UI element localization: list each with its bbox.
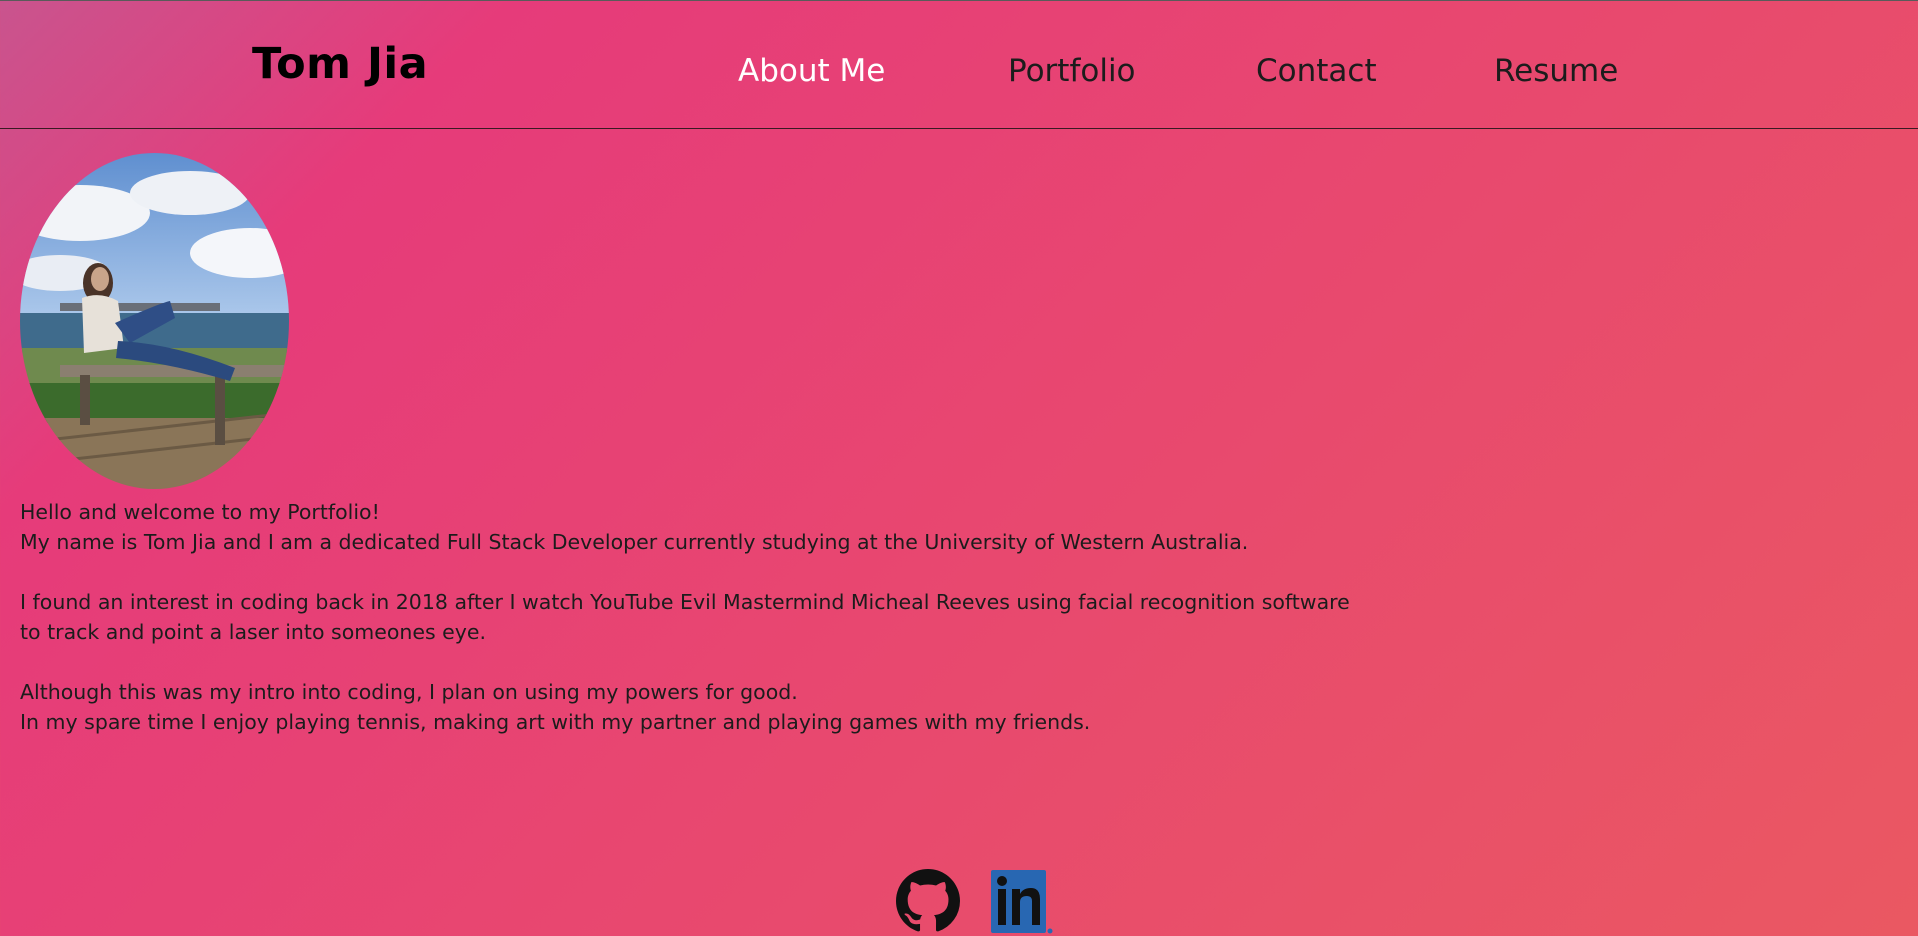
- bio-intro: My name is Tom Jia and I am a dedicated …: [20, 530, 1249, 554]
- site-brand[interactable]: Tom Jia: [252, 39, 428, 89]
- bio-spacer: [20, 557, 1360, 587]
- profile-photo: [20, 153, 289, 489]
- github-link[interactable]: [896, 869, 960, 935]
- bio-intent: Although this was my intro into coding, …: [20, 680, 798, 704]
- github-icon: [896, 869, 960, 932]
- bio-spacer: [20, 647, 1360, 677]
- nav-contact[interactable]: Contact: [1256, 53, 1377, 89]
- nav-portfolio[interactable]: Portfolio: [1008, 53, 1136, 89]
- nav-about-me[interactable]: About Me: [738, 53, 885, 89]
- linkedin-link[interactable]: [990, 869, 1056, 935]
- bio-hobbies: In my spare time I enjoy playing tennis,…: [20, 710, 1091, 734]
- profile-photo-image: [20, 153, 289, 489]
- site-header: Tom Jia About Me Portfolio Contact Resum…: [0, 0, 1918, 129]
- nav-resume[interactable]: Resume: [1494, 53, 1618, 89]
- linkedin-icon: [991, 870, 1053, 934]
- bio-greeting: Hello and welcome to my Portfolio!: [20, 500, 380, 524]
- bio-section: Hello and welcome to my Portfolio! My na…: [20, 497, 1360, 737]
- bio-coding-origin: I found an interest in coding back in 20…: [20, 590, 1350, 644]
